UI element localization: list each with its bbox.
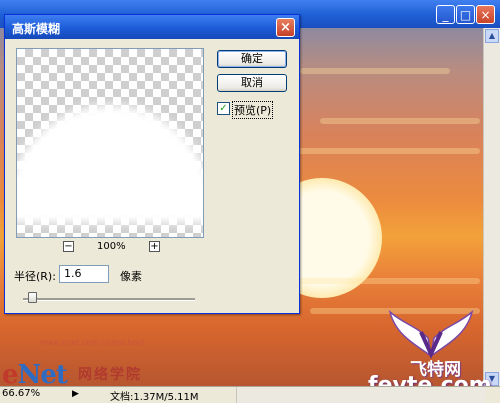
cancel-button[interactable]: 取消 [217, 74, 287, 92]
watermark-url-faint: www.enet.com.cn/eschool [40, 338, 145, 347]
enet-watermark-cn: 网络学院 [78, 367, 142, 383]
cloud-streak [300, 68, 450, 74]
cloud-streak [320, 118, 480, 124]
gaussian-blur-dialog: 高斯模糊 × − 100% + 确定 取消 ✓ 预览(P) 半径(R): 1.6… [4, 14, 300, 314]
radius-unit-label: 像素 [120, 270, 142, 283]
document-size: 文档:1.37M/5.11M [110, 392, 199, 403]
radius-slider-track[interactable] [23, 298, 195, 301]
zoom-out-icon[interactable]: − [63, 241, 74, 252]
preview-checkbox-label[interactable]: 预览(P) [232, 101, 274, 119]
ok-button[interactable]: 确定 [217, 50, 287, 68]
minimize-icon[interactable]: _ [436, 5, 455, 24]
cloud-streak [290, 278, 480, 284]
horizontal-scrollbar[interactable] [236, 387, 485, 403]
dialog-title-bar[interactable]: 高斯模糊 × [5, 15, 299, 39]
scroll-up-icon[interactable]: ▲ [485, 29, 499, 43]
close-icon[interactable]: × [276, 18, 295, 37]
zoom-in-icon[interactable]: + [149, 241, 160, 252]
preview-zoom-controls: − 100% + [61, 241, 171, 255]
cloud-streak [270, 148, 480, 154]
vertical-scrollbar[interactable]: ▲ ▼ [483, 28, 500, 387]
zoom-level[interactable]: 66.67% [2, 388, 40, 399]
maximize-icon[interactable]: □ [456, 5, 475, 24]
radius-label: 半径(R): [14, 270, 56, 283]
dialog-title: 高斯模糊 [12, 22, 61, 36]
status-menu-icon[interactable]: ▶ [72, 389, 82, 399]
blur-preview[interactable] [16, 48, 204, 238]
blurred-shape [17, 105, 203, 223]
preview-checkbox[interactable]: ✓ [217, 102, 230, 115]
close-icon[interactable]: × [476, 5, 495, 24]
checkmark-icon: ✓ [219, 103, 228, 114]
preview-zoom-level: 100% [97, 241, 126, 252]
radius-slider-thumb[interactable] [28, 292, 37, 303]
status-bar: 66.67% ▶ 文档:1.37M/5.11M [0, 386, 500, 403]
radius-input[interactable]: 1.6 [59, 265, 109, 283]
